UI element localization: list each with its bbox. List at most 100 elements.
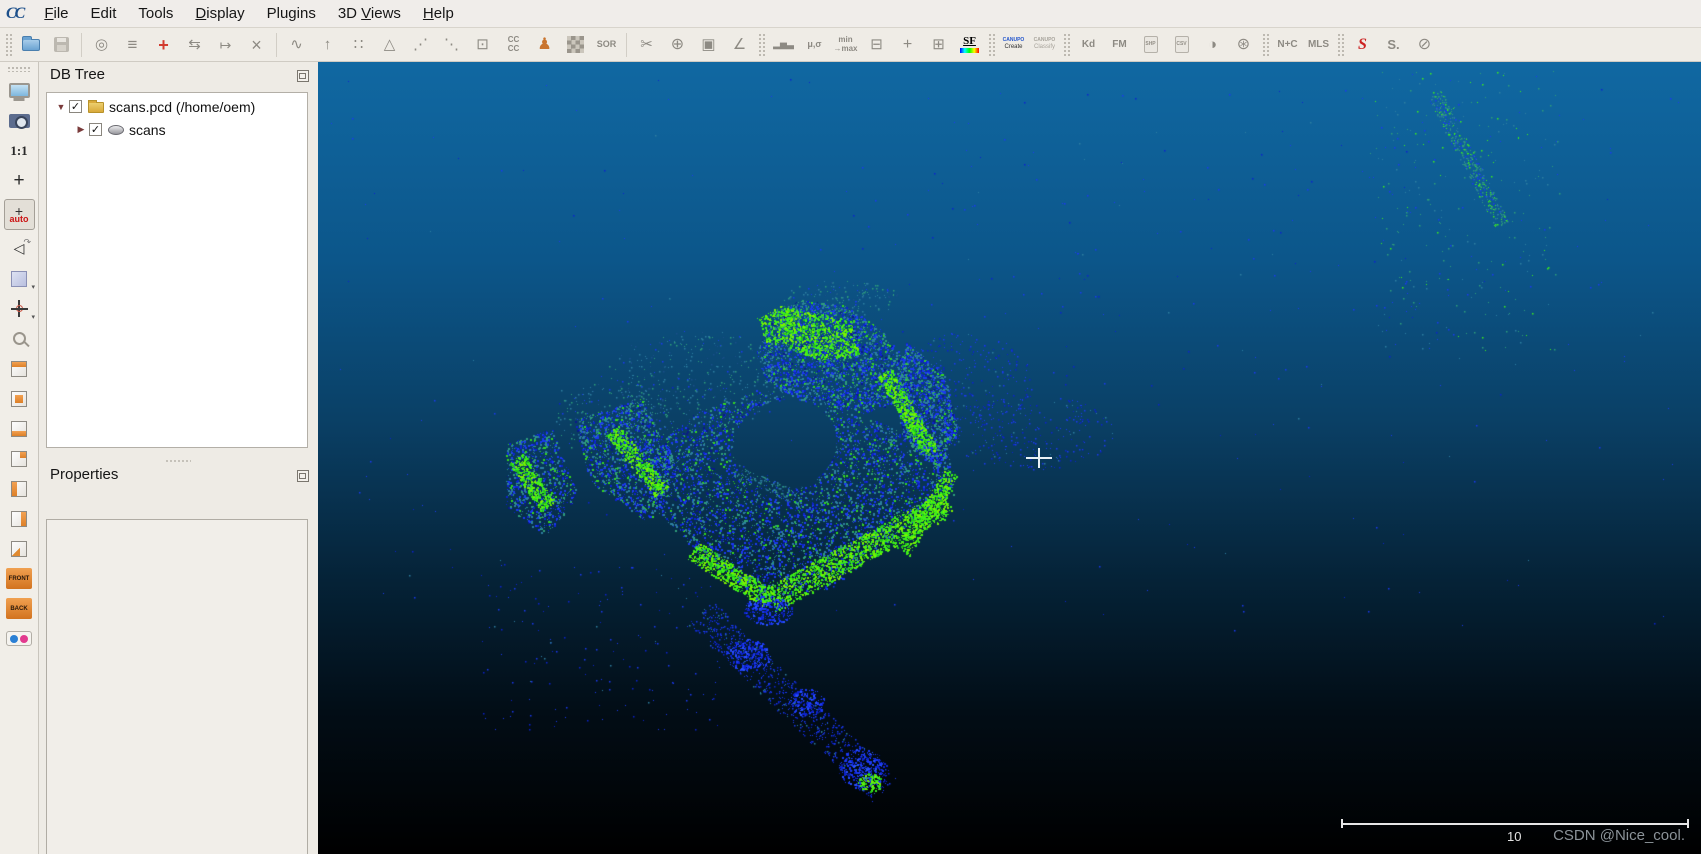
expander-icon[interactable]: ▼: [55, 102, 67, 112]
add-constant-sf-icon: +: [902, 35, 913, 53]
clone-entity-button[interactable]: ⇆: [179, 30, 210, 60]
menu-edit[interactable]: Edit: [80, 2, 128, 25]
show-histogram-button[interactable]: ▂▅▃: [768, 30, 799, 60]
align-point-pairs-button[interactable]: +: [148, 30, 179, 60]
trace-polyline-button[interactable]: ∠: [724, 30, 755, 60]
bbox-display-button[interactable]: ▾: [1, 266, 37, 291]
merge-clouds-button[interactable]: ↦: [210, 30, 241, 60]
render-display-options-button[interactable]: [1, 78, 37, 103]
menu-file[interactable]: File: [33, 2, 79, 25]
cloud-cloud-distance-button[interactable]: CC CC: [498, 30, 529, 60]
view-back-button[interactable]: [1, 446, 37, 471]
visibility-checkbox[interactable]: ✓: [69, 100, 82, 113]
toolbar-drag-handle[interactable]: [7, 66, 31, 72]
filter-by-value-button[interactable]: min →max: [830, 30, 861, 60]
menu-plugins[interactable]: Plugins: [256, 2, 327, 25]
sphere-tool-button[interactable]: ◑: [1197, 30, 1228, 60]
interactive-transformation-button[interactable]: ⊕: [662, 30, 693, 60]
mesh-to-cloud-button[interactable]: ⋱: [436, 30, 467, 60]
surface-of-revolution-button[interactable]: ⊘: [1409, 30, 1440, 60]
menu-3d-views[interactable]: 3D Views: [327, 2, 412, 25]
spline-red-button[interactable]: S: [1347, 30, 1378, 60]
normals-plus-curvature-button[interactable]: N+C: [1272, 30, 1303, 60]
canupo-create-button[interactable]: CANUPO Create: [998, 30, 1029, 60]
delete-scalar-field-button[interactable]: ⊟: [861, 30, 892, 60]
sf-colorbar-button[interactable]: SF: [954, 30, 985, 60]
dropdown-caret-icon[interactable]: ▾: [31, 313, 35, 321]
toggle-properties-list-button[interactable]: ≡: [117, 30, 148, 60]
export-shp-button[interactable]: SHP: [1135, 30, 1166, 60]
db-tree-float-button[interactable]: [297, 70, 309, 82]
view-iso-button[interactable]: [1, 536, 37, 561]
point-list-picking-button[interactable]: ⊡: [467, 30, 498, 60]
compute-statistics-button[interactable]: μ,σ: [799, 30, 830, 60]
sample-points-on-mesh-button[interactable]: ⋰: [405, 30, 436, 60]
properties-float-button[interactable]: [297, 470, 309, 482]
mls-smoothing-icon: MLS: [1307, 38, 1330, 50]
view-front-button-button[interactable]: FRONT: [1, 566, 37, 591]
pick-rotation-center-icon: ◎: [94, 36, 109, 53]
cloud-cloud-distance-icon: CC CC: [507, 35, 520, 53]
segment-extract-button[interactable]: ∿: [281, 30, 312, 60]
tree-row-scans.pcd[interactable]: ▼ ✓ scans.pcd (/home/oem): [47, 97, 307, 116]
spline-fit-button[interactable]: S.: [1378, 30, 1409, 60]
add-constant-sf-button[interactable]: +: [892, 30, 923, 60]
facets-fm-button[interactable]: FM: [1104, 30, 1135, 60]
main-toolbar: ◎ ≡ + ⇆ ↦ × ∿ ↑ ∷ △ ⋰ ⋱ ⊡ CC CC ♟ SOR ✂ ⊕ ▣ ∠ ▂▅▃ μ,σ min →max ⊟ +…: [0, 28, 1701, 62]
menu-display[interactable]: Display: [184, 2, 255, 25]
zoom-tool-button[interactable]: [1, 326, 37, 351]
cloud-icon: [108, 124, 124, 135]
auto-pick-center-button[interactable]: + auto: [1, 198, 37, 231]
toolbar-drag-handle[interactable]: [1262, 32, 1269, 57]
watermark-text: CSDN @Nice_cool.: [1553, 827, 1685, 844]
globe-tool-button[interactable]: ⊛: [1228, 30, 1259, 60]
dropdown-caret-icon[interactable]: ▾: [31, 283, 35, 291]
sor-filter-button[interactable]: SOR: [591, 30, 622, 60]
open-file-button[interactable]: [15, 30, 46, 60]
menu-tools[interactable]: Tools: [127, 2, 184, 25]
stereo-mode-button[interactable]: [1, 626, 37, 651]
scissors-segment-button[interactable]: ✂: [631, 30, 662, 60]
toolbar-drag-handle[interactable]: [758, 32, 765, 57]
compute-normals-button[interactable]: ↑: [312, 30, 343, 60]
pick-rotation-center-button[interactable]: +: [1, 168, 37, 193]
rotate-view-button[interactable]: ◁ ↷: [1, 236, 37, 261]
view-right-button[interactable]: [1, 506, 37, 531]
mls-smoothing-button[interactable]: MLS: [1303, 30, 1334, 60]
tree-row-scans[interactable]: ▶ ✓ scans: [47, 120, 307, 139]
view-bottom-button[interactable]: [1, 416, 37, 441]
pick-rotation-center-button[interactable]: ◎: [86, 30, 117, 60]
view-top-button[interactable]: [1, 356, 37, 381]
3d-viewport[interactable]: 10 CSDN @Nice_cool.: [318, 62, 1701, 854]
magnifier-icon: [12, 332, 26, 345]
toolbar-drag-handle[interactable]: [1063, 32, 1070, 57]
view-back-button-button[interactable]: BACK: [1, 596, 37, 621]
checker-icon: [567, 36, 584, 53]
toolbar-drag-handle[interactable]: [1337, 32, 1344, 57]
properties-drag-handle[interactable]: [165, 459, 191, 464]
pan-mode-button[interactable]: ▾: [1, 296, 37, 321]
cross-section-box-button[interactable]: ▣: [693, 30, 724, 60]
menu-help[interactable]: Help: [412, 2, 465, 25]
kd-tree-button[interactable]: Kd: [1073, 30, 1104, 60]
delete-entity-button[interactable]: ×: [241, 30, 272, 60]
save-file-button[interactable]: [46, 30, 77, 60]
sf-arithmetic-button[interactable]: ⊞: [923, 30, 954, 60]
zoom-1-1-button[interactable]: 1:1: [1, 138, 37, 163]
visibility-checkbox[interactable]: ✓: [89, 123, 102, 136]
toolbar-drag-handle[interactable]: [988, 32, 995, 57]
view-left-button[interactable]: [1, 476, 37, 501]
subsample-cloud-button[interactable]: ∷: [343, 30, 374, 60]
expander-icon[interactable]: ▶: [75, 124, 87, 135]
canupo-classify-button[interactable]: CANUPO Classify: [1029, 30, 1060, 60]
merge-clouds-icon: ↦: [219, 36, 232, 53]
bbox-display-icon: [11, 270, 27, 287]
cloud-mesh-distance-icon: ♟: [537, 35, 552, 53]
cloud-mesh-distance-button[interactable]: ♟: [529, 30, 560, 60]
screenshot-button[interactable]: [1, 108, 37, 133]
compute-mesh-button[interactable]: △: [374, 30, 405, 60]
chunk-tool-button[interactable]: [560, 30, 591, 60]
point-cloud-canvas[interactable]: [318, 62, 1701, 854]
export-csv-button[interactable]: CSV: [1166, 30, 1197, 60]
view-front-button[interactable]: [1, 386, 37, 411]
